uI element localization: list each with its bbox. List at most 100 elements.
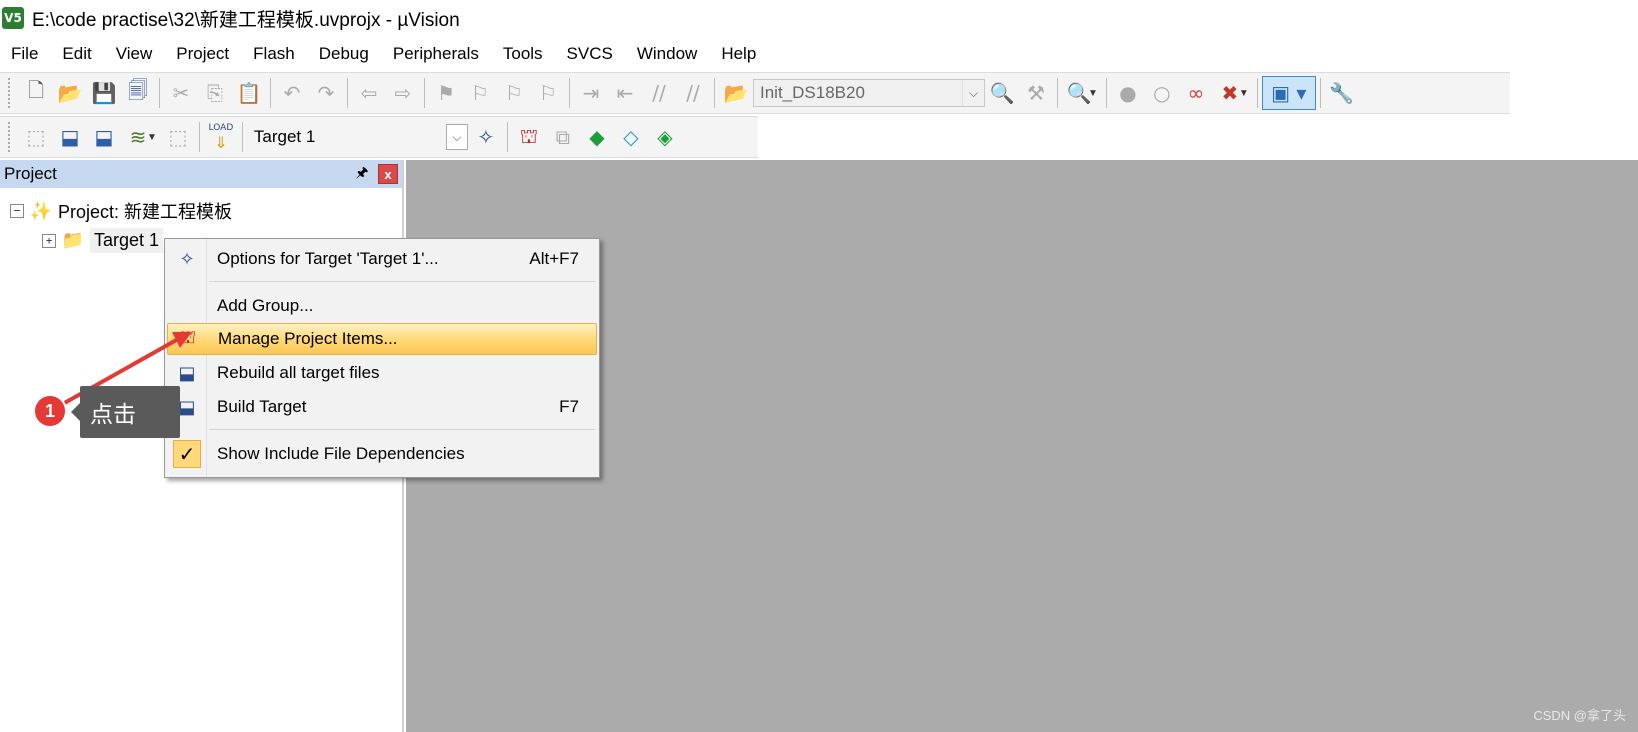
- toolbar-separator: [1256, 78, 1258, 108]
- build-icon[interactable]: ⬓: [53, 120, 87, 154]
- menu-file[interactable]: File: [0, 38, 50, 70]
- window-layout-icon[interactable]: ▣ ▾: [1261, 76, 1316, 110]
- insert-bookmark-icon[interactable]: ⚑: [429, 76, 463, 110]
- menu-item-label: Build Target: [217, 397, 307, 416]
- checkmark-icon: ✓: [173, 440, 201, 468]
- menu-debug[interactable]: Debug: [307, 38, 381, 70]
- target-combo-value: Target 1: [253, 127, 316, 146]
- undo-icon[interactable]: ↶: [275, 76, 309, 110]
- annotation-tooltip: 点击: [71, 386, 180, 438]
- tree-project-node[interactable]: − ✨ Project: 新建工程模板: [10, 198, 232, 224]
- toolbar-separator: [1319, 78, 1321, 108]
- toolbar-separator: [424, 78, 425, 108]
- find-document-icon[interactable]: 🔍: [985, 76, 1019, 110]
- indent-icon[interactable]: ⇥: [574, 76, 608, 110]
- toolbar-separator: [198, 122, 200, 152]
- menu-item-label: Show Include File Dependencies: [217, 444, 465, 463]
- menu-peripherals[interactable]: Peripherals: [381, 38, 491, 70]
- toolbar-grip[interactable]: [8, 122, 13, 152]
- menu-item-label: Rebuild all target files: [217, 363, 380, 382]
- target-combo[interactable]: Target 1 ⌵: [246, 123, 469, 151]
- chevron-down-icon[interactable]: ▼: [147, 132, 157, 143]
- menu-view[interactable]: View: [104, 38, 165, 70]
- toolbar-separator: [714, 78, 715, 108]
- toolbar-separator: [270, 78, 271, 108]
- cut-icon[interactable]: ✂: [164, 76, 198, 110]
- manage-multi-project-icon[interactable]: ⧉: [546, 120, 580, 154]
- pin-icon[interactable]: 🖈: [352, 162, 372, 186]
- tree-target-node[interactable]: + 📁 Target 1: [42, 228, 164, 253]
- unindent-icon[interactable]: ⇤: [608, 76, 642, 110]
- new-file-icon[interactable]: 🗋: [19, 76, 53, 110]
- disable-all-breakpoints-icon[interactable]: ∞: [1179, 76, 1213, 110]
- expand-icon[interactable]: +: [42, 233, 56, 248]
- next-bookmark-icon[interactable]: ⚐: [497, 76, 531, 110]
- save-icon[interactable]: 💾: [87, 76, 121, 110]
- magic-wand-icon: ✧: [179, 248, 195, 270]
- navigate-back-icon[interactable]: ⇦: [352, 76, 386, 110]
- file-toolbar: 🗋 📂 💾 🗐 ✂ ⎘ 📋 ↶ ↷ ⇦ ⇨ ⚑ ⚐ ⚐ ⚐ ⇥ ⇤ // // …: [0, 72, 1510, 114]
- menu-show-include-deps[interactable]: ✓ Show Include File Dependencies: [167, 438, 597, 470]
- find-in-files-icon[interactable]: 📂: [719, 76, 753, 110]
- navigate-forward-icon[interactable]: ⇨: [386, 76, 420, 110]
- chevron-down-icon[interactable]: ⌵: [962, 80, 984, 106]
- previous-bookmark-icon[interactable]: ⚐: [463, 76, 497, 110]
- redo-icon[interactable]: ↷: [309, 76, 343, 110]
- manage-run-time-environment-icon[interactable]: ◆: [580, 120, 614, 154]
- toolbar-grip[interactable]: [8, 78, 13, 108]
- menu-flash[interactable]: Flash: [241, 38, 307, 70]
- toolbar-separator: [1105, 78, 1107, 108]
- chevron-down-icon[interactable]: ▼: [1088, 88, 1098, 99]
- menu-separator: [209, 281, 595, 282]
- menu-help[interactable]: Help: [709, 38, 768, 70]
- uncomment-icon[interactable]: //: [676, 76, 710, 110]
- close-icon[interactable]: x: [378, 164, 398, 184]
- load-label: LOAD: [208, 122, 234, 133]
- translate-icon[interactable]: ⬚: [19, 120, 53, 154]
- menu-window[interactable]: Window: [625, 38, 709, 70]
- disable-breakpoint-icon[interactable]: ○: [1145, 76, 1179, 110]
- breakpoint-icon[interactable]: ●: [1111, 76, 1145, 110]
- menu-manage-project-items[interactable]: ⛫ Manage Project Items...: [167, 323, 597, 355]
- menu-project[interactable]: Project: [164, 38, 241, 70]
- pack-installer-icon[interactable]: ◈: [648, 120, 682, 154]
- window-title: E:\code practise\32\新建工程模板.uvprojx - µVi…: [32, 9, 460, 31]
- menu-options-for-target[interactable]: ✧ Options for Target 'Target 1'... Alt+F…: [167, 243, 597, 275]
- target-context-menu: ✧ Options for Target 'Target 1'... Alt+F…: [164, 238, 600, 478]
- comment-icon[interactable]: //: [642, 76, 676, 110]
- build-toolbar: ⬚ ⬓ ⬓ ≋ ▼ ⬚ LOAD ⇓ Target 1 ⌵ ✧ ⛫ ⧉ ◆ ◇ …: [0, 116, 758, 158]
- configure-wrench-icon[interactable]: 🔧: [1325, 76, 1359, 110]
- menu-build-target[interactable]: ⬓ Build Target F7: [167, 391, 597, 423]
- paste-icon[interactable]: 📋: [232, 76, 266, 110]
- menu-rebuild-all[interactable]: ⬓ Rebuild all target files: [167, 357, 597, 389]
- toolbar-separator: [1057, 78, 1058, 108]
- toolbar-separator: [569, 78, 570, 108]
- open-folder-icon[interactable]: 📂: [53, 76, 87, 110]
- menu-add-group[interactable]: Add Group...: [167, 290, 597, 322]
- find-combo-value: Init_DS18B20: [760, 83, 865, 102]
- copy-icon[interactable]: ⎘: [198, 76, 232, 110]
- menu-tools[interactable]: Tools: [491, 38, 555, 70]
- find-combo[interactable]: Init_DS18B20 ⌵: [753, 79, 985, 107]
- rebuild-icon[interactable]: ⬓: [87, 120, 121, 154]
- menu-item-label: Options for Target 'Target 1'...: [217, 249, 439, 268]
- title-bar: V5 E:\code practise\32\新建工程模板.uvprojx - …: [0, 0, 1638, 36]
- menu-edit[interactable]: Edit: [50, 38, 103, 70]
- menu-svcs[interactable]: SVCS: [555, 38, 625, 70]
- stop-build-icon[interactable]: ⬚: [161, 120, 195, 154]
- chevron-down-icon[interactable]: ⌵: [445, 124, 468, 150]
- watermark: CSDN @拿了头: [1533, 708, 1626, 723]
- collapse-icon[interactable]: −: [10, 204, 24, 218]
- select-software-packs-icon[interactable]: ◇: [614, 120, 648, 154]
- manage-project-items-icon[interactable]: ⛫: [512, 120, 546, 154]
- step-badge: 1: [33, 394, 67, 428]
- clear-bookmarks-icon[interactable]: ⚐: [531, 76, 565, 110]
- save-all-icon[interactable]: 🗐: [121, 76, 155, 110]
- incremental-find-icon[interactable]: ⚒: [1019, 76, 1053, 110]
- chevron-down-icon[interactable]: ▼: [1239, 88, 1249, 99]
- project-label: Project: 新建工程模板: [58, 202, 233, 222]
- options-for-target-icon[interactable]: ✧: [469, 120, 503, 154]
- download-load-icon[interactable]: LOAD ⇓: [204, 120, 238, 154]
- menu-separator: [209, 429, 595, 430]
- rebuild-icon: ⬓: [178, 362, 196, 384]
